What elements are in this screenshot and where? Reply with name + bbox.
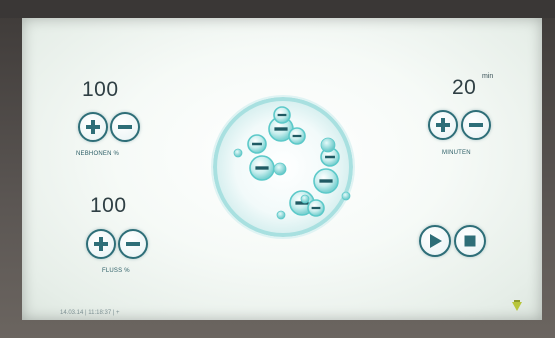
flow-label: FLUSS % bbox=[102, 268, 130, 274]
ion-particles-layer bbox=[233, 106, 351, 220]
ion-dot bbox=[341, 191, 351, 201]
flow-value: 100 bbox=[90, 194, 127, 217]
ion-dot bbox=[233, 148, 243, 158]
negative-ion bbox=[273, 106, 291, 124]
flow-increase-button[interactable] bbox=[86, 229, 116, 259]
minus-icon bbox=[118, 125, 132, 129]
device-photo: 100 NEBHONEN % 100 FLUSS % 20 min MINUTE… bbox=[0, 0, 555, 338]
plus-icon bbox=[436, 118, 450, 132]
negative-ion bbox=[307, 199, 325, 217]
negative-ion bbox=[249, 155, 275, 181]
duration-value: 20 bbox=[452, 76, 477, 99]
minus-icon bbox=[126, 242, 140, 246]
status-datetime: 14.03.14 | 11:18:37 | + bbox=[60, 310, 120, 316]
duration-label: MINUTEN bbox=[442, 150, 471, 156]
duration-unit: min bbox=[482, 73, 494, 80]
stop-button[interactable] bbox=[454, 225, 486, 257]
ion-dot bbox=[276, 210, 286, 220]
ion-dot bbox=[300, 194, 310, 204]
device-bezel bbox=[0, 0, 555, 18]
touch-screen: 100 NEBHONEN % 100 FLUSS % 20 min MINUTE… bbox=[22, 18, 542, 320]
stop-icon bbox=[464, 235, 476, 247]
negative-ion bbox=[313, 168, 339, 194]
play-icon bbox=[430, 234, 442, 248]
negative-ion bbox=[288, 127, 306, 145]
flow-decrease-button[interactable] bbox=[118, 229, 148, 259]
ionization-increase-button[interactable] bbox=[78, 112, 108, 142]
minus-icon bbox=[469, 123, 483, 127]
status-lamp-icon bbox=[512, 300, 522, 311]
plus-icon bbox=[86, 120, 100, 134]
start-button[interactable] bbox=[419, 225, 451, 257]
ionization-decrease-button[interactable] bbox=[110, 112, 140, 142]
negative-ion bbox=[247, 134, 267, 154]
ion-dot bbox=[320, 137, 336, 153]
duration-decrease-button[interactable] bbox=[461, 110, 491, 140]
ionization-value: 100 bbox=[82, 78, 119, 101]
plus-icon bbox=[94, 237, 108, 251]
ionization-label: NEBHONEN % bbox=[76, 151, 120, 157]
ion-dot bbox=[273, 162, 287, 176]
duration-increase-button[interactable] bbox=[428, 110, 458, 140]
